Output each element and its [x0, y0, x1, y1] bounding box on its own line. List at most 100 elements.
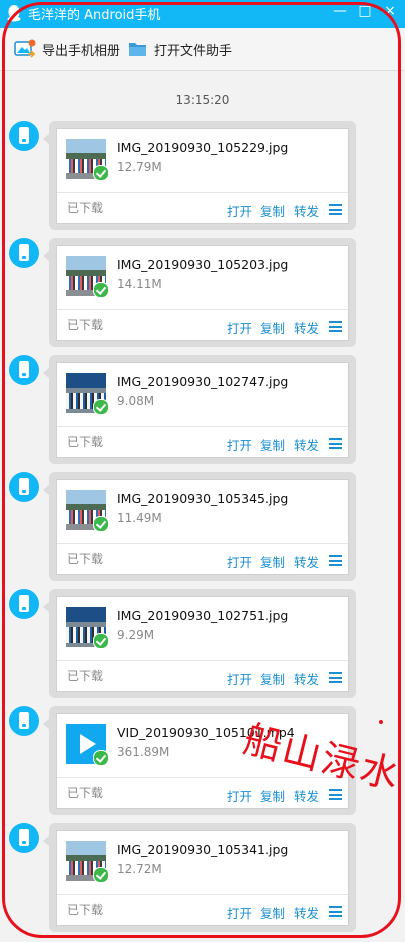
forward-link[interactable]: 转发	[294, 786, 319, 805]
close-button[interactable]: ×	[377, 0, 403, 24]
forward-link[interactable]: 转发	[294, 903, 319, 922]
bubble-tail	[43, 601, 50, 613]
downloaded-check-icon	[93, 399, 109, 415]
toolbar: 导出手机相册 打开文件助手	[0, 28, 405, 71]
copy-link[interactable]: 复制	[260, 201, 285, 220]
open-link[interactable]: 打开	[227, 669, 252, 688]
export-album-icon	[14, 39, 36, 58]
more-menu-icon[interactable]	[329, 204, 342, 215]
phone-icon	[19, 361, 29, 378]
file-size: 9.29M	[117, 628, 155, 642]
title-bar: 毛洋洋的 Android手机 — □ ×	[0, 0, 405, 28]
downloaded-check-icon	[93, 165, 109, 181]
bubble-tail	[43, 367, 50, 379]
phone-avatar-icon[interactable]	[9, 355, 39, 385]
more-menu-icon[interactable]	[329, 321, 342, 332]
phone-avatar-icon[interactable]	[9, 472, 39, 502]
open-link[interactable]: 打开	[227, 552, 252, 571]
export-album-label: 导出手机相册	[42, 43, 121, 59]
divider	[57, 543, 348, 544]
window-title: 毛洋洋的 Android手机	[28, 8, 161, 23]
divider	[57, 894, 348, 895]
phone-avatar-icon[interactable]	[9, 238, 39, 268]
file-card: IMG_20190930_102747.jpg 9.08M 已下载 打开 复制 转发	[56, 362, 349, 458]
copy-link[interactable]: 复制	[260, 669, 285, 688]
phone-avatar-icon[interactable]	[9, 121, 39, 151]
copy-link[interactable]: 复制	[260, 786, 285, 805]
download-status: 已下载	[67, 318, 104, 332]
minimize-button[interactable]: —	[327, 0, 353, 24]
divider	[57, 426, 348, 427]
copy-link[interactable]: 复制	[260, 318, 285, 337]
more-menu-icon[interactable]	[329, 438, 342, 449]
forward-link[interactable]: 转发	[294, 318, 319, 337]
chat-area[interactable]: 13:15:20 IMG_20190930_105229.jpg 12.79M 已下…	[0, 71, 405, 942]
file-size: 9.08M	[117, 394, 155, 408]
folder-icon	[129, 43, 146, 56]
file-size: 11.49M	[117, 511, 162, 525]
divider	[57, 192, 348, 193]
divider	[57, 660, 348, 661]
file-message-bubble[interactable]: IMG_20190930_102747.jpg 9.08M 已下载 打开 复制 转发	[43, 355, 356, 464]
file-name: IMG_20190930_102747.jpg	[117, 374, 289, 389]
file-size: 12.72M	[117, 862, 162, 876]
more-menu-icon[interactable]	[329, 672, 342, 683]
open-link[interactable]: 打开	[227, 318, 252, 337]
divider	[57, 309, 348, 310]
bubble-tail	[43, 718, 50, 730]
more-menu-icon[interactable]	[329, 555, 342, 566]
phone-avatar-icon[interactable]	[9, 589, 39, 619]
open-link[interactable]: 打开	[227, 201, 252, 220]
open-file-assistant-button[interactable]: 打开文件助手	[128, 38, 232, 60]
phone-icon	[19, 244, 29, 261]
phone-icon	[19, 829, 29, 846]
file-message-bubble[interactable]: IMG_20190930_105203.jpg 14.11M 已下载 打开 复制 转发	[43, 238, 356, 347]
open-link[interactable]: 打开	[227, 903, 252, 922]
more-menu-icon[interactable]	[329, 906, 342, 917]
file-card: IMG_20190930_105341.jpg 12.72M 已下载 打开 复制 转发	[56, 830, 349, 926]
phone-icon	[19, 127, 29, 144]
file-card: IMG_20190930_105203.jpg 14.11M 已下载 打开 复制 转发	[56, 245, 349, 341]
more-menu-icon[interactable]	[329, 789, 342, 800]
file-message-bubble[interactable]: IMG_20190930_105345.jpg 11.49M 已下载 打开 复制 转发	[43, 472, 356, 581]
file-name: IMG_20190930_105229.jpg	[117, 140, 289, 155]
downloaded-check-icon	[93, 867, 109, 883]
phone-avatar-icon[interactable]	[9, 706, 39, 736]
forward-link[interactable]: 转发	[294, 201, 319, 220]
download-status: 已下载	[67, 201, 104, 215]
downloaded-check-icon	[93, 282, 109, 298]
maximize-button[interactable]: □	[352, 0, 378, 24]
message-timestamp: 13:15:20	[175, 93, 230, 107]
export-album-button[interactable]: 导出手机相册	[14, 38, 120, 60]
file-message-bubble[interactable]: IMG_20190930_102751.jpg 9.29M 已下载 打开 复制 转发	[43, 589, 356, 698]
file-name: IMG_20190930_105341.jpg	[117, 842, 289, 857]
bubble-tail	[43, 835, 50, 847]
copy-link[interactable]: 复制	[260, 903, 285, 922]
copy-link[interactable]: 复制	[260, 435, 285, 454]
phone-avatar-icon[interactable]	[9, 823, 39, 853]
downloaded-check-icon	[93, 633, 109, 649]
file-card: IMG_20190930_105345.jpg 11.49M 已下载 打开 复制 转发	[56, 479, 349, 575]
downloaded-check-icon	[93, 750, 109, 766]
open-link[interactable]: 打开	[227, 435, 252, 454]
forward-link[interactable]: 转发	[294, 435, 319, 454]
bubble-tail	[43, 250, 50, 262]
open-file-assistant-label: 打开文件助手	[154, 43, 233, 59]
forward-link[interactable]: 转发	[294, 552, 319, 571]
open-link[interactable]: 打开	[227, 786, 252, 805]
file-size: 12.79M	[117, 160, 162, 174]
phone-icon	[19, 595, 29, 612]
downloaded-check-icon	[93, 516, 109, 532]
bubble-tail	[43, 133, 50, 145]
download-status: 已下载	[67, 552, 104, 566]
forward-link[interactable]: 转发	[294, 669, 319, 688]
red-annotation-dot	[379, 720, 383, 724]
file-message-bubble[interactable]: IMG_20190930_105229.jpg 12.79M 已下载 打开 复制 转发	[43, 121, 356, 230]
copy-link[interactable]: 复制	[260, 552, 285, 571]
play-icon	[80, 734, 96, 754]
file-size: 361.89M	[117, 745, 170, 759]
file-message-bubble[interactable]: IMG_20190930_105341.jpg 12.72M 已下载 打开 复制 转发	[43, 823, 356, 932]
file-name: IMG_20190930_105345.jpg	[117, 491, 289, 506]
download-status: 已下载	[67, 435, 104, 449]
file-card: IMG_20190930_102751.jpg 9.29M 已下载 打开 复制 转发	[56, 596, 349, 692]
